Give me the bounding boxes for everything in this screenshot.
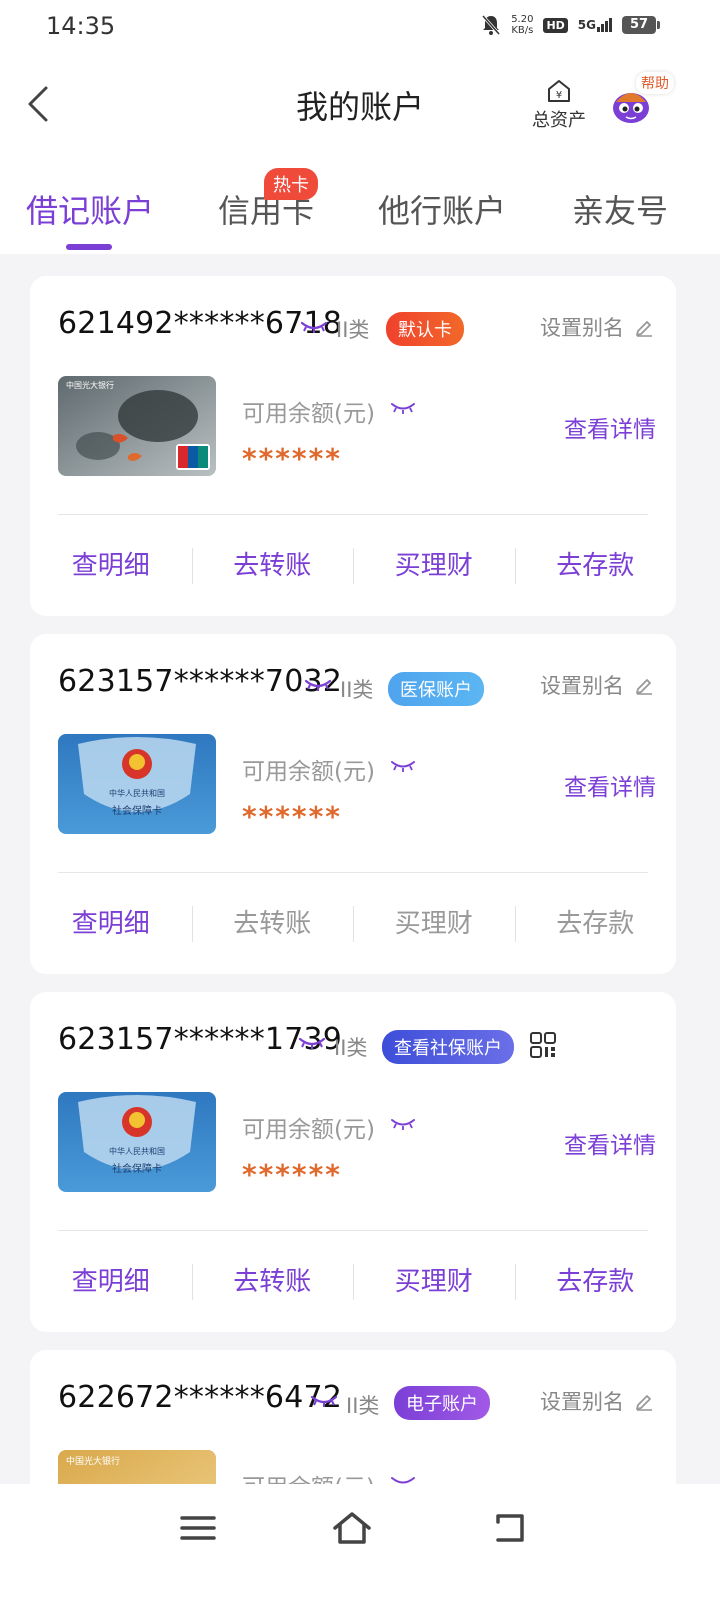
status-icons: 5.20 KB/s HD 5G 57 — [481, 14, 660, 36]
card-number: 623157******7032 — [58, 664, 343, 699]
signal-label: 5G — [577, 18, 596, 32]
tab-debit-account[interactable]: 借记账户 — [26, 186, 154, 232]
home-icon[interactable] — [330, 1508, 374, 1548]
social-security-card-image: 中华人民共和国 社会保障卡 — [58, 1092, 216, 1192]
everbright-card-image: 中国光大银行 — [58, 376, 216, 476]
balance-label: 可用余额(元) — [242, 1117, 375, 1143]
net-speed-value: 5.20 — [511, 14, 534, 25]
card-actions: 查明细 去转账 买理财 去存款 — [30, 1262, 676, 1302]
transfer-button[interactable]: 去转账 — [191, 1262, 354, 1302]
signal-5g: 5G — [578, 18, 612, 32]
balance-eye-icon[interactable] — [390, 760, 416, 772]
account-card: 623157******7032 II类 医保账户 设置别名 中华人民共和国 社… — [30, 634, 676, 974]
account-class: II类 — [340, 678, 374, 702]
eye-closed-icon[interactable] — [304, 678, 332, 692]
account-class: II类 — [334, 1036, 368, 1060]
system-nav-bar — [0, 1484, 720, 1600]
view-statement-button[interactable]: 查明细 — [30, 1262, 192, 1302]
eye-closed-icon[interactable] — [310, 1394, 338, 1408]
account-class: II类 — [336, 318, 370, 342]
view-details-link[interactable]: 查看详情 — [564, 1126, 656, 1160]
balance-eye-icon[interactable] — [390, 1118, 416, 1130]
card-country-text: 中华人民共和国 — [109, 1146, 165, 1156]
hot-badge: 热卡 — [264, 168, 318, 200]
qr-code-icon[interactable] — [530, 1032, 556, 1058]
social-security-account-tag[interactable]: 查看社保账户 — [382, 1030, 514, 1064]
home-yuan-icon: ¥ — [548, 80, 570, 102]
deposit-button[interactable]: 去存款 — [514, 1262, 677, 1302]
balance-label: 可用余额(元) — [242, 401, 375, 427]
edit-pencil-icon — [636, 321, 652, 337]
card-type-text: 社会保障卡 — [112, 1162, 162, 1175]
battery-icon: 57 — [622, 16, 660, 34]
set-alias-label: 设置别名 — [540, 316, 624, 340]
header: 我的账户 ¥ 总资产 帮助 — [0, 56, 720, 156]
tab-indicator — [66, 244, 112, 250]
buy-wealth-button[interactable]: 买理财 — [353, 546, 515, 586]
edit-pencil-icon — [636, 1395, 652, 1411]
bank-name-text: 中国光大银行 — [66, 1455, 120, 1467]
transfer-button[interactable]: 去转账 — [191, 546, 354, 586]
account-tabs: 借记账户 信用卡 他行账户 亲友号 热卡 — [0, 156, 720, 254]
view-details-link[interactable]: 查看详情 — [564, 768, 656, 802]
menu-icon[interactable] — [176, 1508, 220, 1548]
set-alias-button[interactable]: 设置别名 — [540, 670, 654, 700]
social-security-card-image: 中华人民共和国 社会保障卡 — [58, 734, 216, 834]
account-card: 621492******6718 II类 默认卡 设置别名 中国光大银行 可用余… — [30, 276, 676, 616]
electronic-account-tag: 电子账户 — [394, 1386, 490, 1420]
transfer-button[interactable]: 去转账 — [191, 904, 354, 944]
hd-badge: HD — [543, 17, 568, 33]
bank-name-text: 中国光大银行 — [66, 380, 114, 390]
help-badge[interactable]: 帮助 — [636, 72, 674, 94]
total-assets-label: 总资产 — [532, 110, 586, 131]
set-alias-label: 设置别名 — [540, 1390, 624, 1414]
status-time: 14:35 — [46, 12, 116, 40]
net-speed-unit: KB/s — [511, 25, 534, 36]
balance-value: ****** — [242, 442, 342, 475]
set-alias-button[interactable]: 设置别名 — [540, 312, 654, 342]
balance-eye-icon[interactable] — [390, 402, 416, 414]
status-bar: 14:35 5.20 KB/s HD 5G 57 — [0, 0, 720, 56]
deposit-button[interactable]: 去存款 — [514, 904, 677, 944]
buy-wealth-button[interactable]: 买理财 — [353, 904, 515, 944]
back-icon[interactable] — [488, 1508, 532, 1548]
total-assets-button[interactable]: ¥ 总资产 — [526, 78, 592, 132]
set-alias-label: 设置别名 — [540, 674, 624, 698]
divider — [58, 514, 648, 515]
medical-account-tag: 医保账户 — [388, 672, 484, 706]
card-type-text: 社会保障卡 — [112, 804, 162, 817]
buy-wealth-button[interactable]: 买理财 — [353, 1262, 515, 1302]
balance-value: ****** — [242, 800, 342, 833]
tab-family-account[interactable]: 亲友号 — [572, 186, 668, 232]
net-speed: 5.20 KB/s — [511, 14, 533, 36]
card-actions: 查明细 去转账 买理财 去存款 — [30, 546, 676, 586]
view-details-link[interactable]: 查看详情 — [564, 410, 656, 444]
card-actions: 查明细 去转账 买理财 去存款 — [30, 904, 676, 944]
view-statement-button[interactable]: 查明细 — [30, 546, 192, 586]
mute-bell-icon — [482, 15, 501, 35]
account-class: II类 — [346, 1394, 380, 1418]
view-statement-button[interactable]: 查明细 — [30, 904, 192, 944]
eye-closed-icon[interactable] — [298, 1036, 326, 1050]
divider — [58, 1230, 648, 1231]
card-country-text: 中华人民共和国 — [109, 788, 165, 798]
default-card-tag: 默认卡 — [386, 312, 464, 346]
edit-pencil-icon — [636, 679, 652, 695]
divider — [58, 872, 648, 873]
card-number: 622672******6472 — [58, 1380, 343, 1415]
balance-label: 可用余额(元) — [242, 759, 375, 785]
deposit-button[interactable]: 去存款 — [514, 546, 677, 586]
svg-text:¥: ¥ — [556, 90, 562, 101]
tab-other-bank-account[interactable]: 他行账户 — [378, 186, 506, 232]
account-card: 623157******1739 II类 查看社保账户 中华人民共和国 社会保障… — [30, 992, 676, 1332]
set-alias-button[interactable]: 设置别名 — [540, 1386, 654, 1416]
eye-closed-icon[interactable] — [300, 320, 328, 334]
balance-value: ****** — [242, 1158, 342, 1191]
